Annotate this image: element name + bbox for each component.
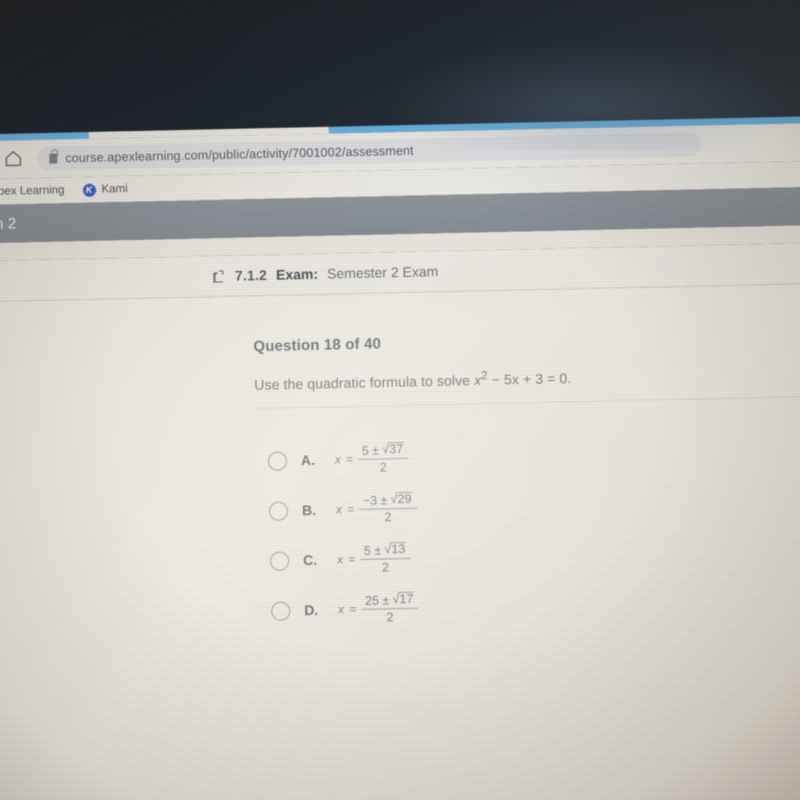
kami-icon: K	[82, 183, 96, 197]
home-icon[interactable]	[3, 148, 23, 168]
exam-type-label: Exam:	[275, 265, 319, 283]
exam-name: Semester 2 Exam	[326, 263, 439, 282]
radio-button-d[interactable]	[271, 600, 291, 621]
choice-equals-b: =	[346, 502, 355, 517]
prompt-text-tail: − 5x + 3 = 0.	[487, 369, 572, 388]
course-title: bra I Sem 2	[0, 214, 17, 234]
url-text: course.apexlearning.com/public/activity/…	[65, 143, 414, 166]
sqrt-b: √ 29	[390, 492, 413, 507]
bookmark-item-apex-learning[interactable]: Apex Learning	[0, 184, 65, 199]
bookmark-label: Apex Learning	[0, 184, 65, 198]
sqrt-c: √ 13	[384, 542, 407, 557]
fraction-numerator-c: 5 ± √ 13	[359, 542, 411, 560]
sqrt-a: √ 37	[382, 442, 405, 457]
fraction-denominator-b: 2	[384, 509, 392, 524]
answer-choice-a[interactable]: A. x = 5 ± √ 37 2	[267, 433, 416, 486]
choice-letter-b: B.	[301, 501, 317, 519]
radicand-d: 17	[398, 592, 415, 607]
choice-expression-a: x = 5 ± √ 37 2	[335, 442, 409, 475]
fraction-d: 25 ± √ 17 2	[360, 592, 419, 624]
choice-variable-d: x	[338, 602, 345, 617]
numerator-lead-c: 5 ±	[363, 542, 382, 558]
screen-photo: ing × Apex Learning - Courses × + course…	[0, 0, 800, 800]
lock-icon	[49, 153, 58, 164]
fraction-numerator-b: −3 ± √ 29	[358, 492, 417, 510]
up-arrow-icon[interactable]	[212, 268, 226, 283]
fraction-denominator-a: 2	[379, 459, 387, 475]
question-heading: Question 18 of 40	[253, 335, 382, 356]
section-divider	[252, 393, 800, 410]
answer-choice-d[interactable]: D. x = 25 ± √ 17 2	[271, 583, 420, 636]
choice-equals-d: =	[349, 602, 357, 617]
question-prompt: Use the quadratic formula to solve x2 − …	[254, 367, 571, 393]
choice-variable-a: x	[334, 452, 342, 467]
radio-button-c[interactable]	[269, 550, 290, 571]
prompt-text-lead: Use the quadratic formula to solve	[254, 372, 475, 393]
radicand-a: 37	[388, 442, 405, 457]
radio-button-b[interactable]	[268, 501, 289, 521]
fraction-a: 5 ± √ 37 2	[357, 442, 409, 475]
assessment-page: Question 18 of 40 Use the quadratic form…	[0, 282, 800, 800]
answer-choice-list: A. x = 5 ± √ 37 2 B. x = −3 ± √ 29 2 C. …	[267, 433, 419, 636]
choice-equals-c: =	[347, 552, 356, 567]
numerator-lead-d: 25 ±	[364, 592, 390, 608]
radicand-c: 13	[390, 542, 407, 557]
fraction-denominator-c: 2	[381, 559, 390, 575]
numerator-lead-a: 5 ±	[361, 443, 380, 458]
choice-expression-b: x = −3 ± √ 29 2	[336, 492, 417, 525]
fraction-numerator-d: 25 ± √ 17	[360, 592, 419, 610]
radicand-b: 29	[396, 492, 413, 507]
monitor-bezel	[0, 0, 800, 135]
choice-letter-c: C.	[302, 551, 318, 569]
fraction-b: −3 ± √ 29 2	[358, 492, 417, 524]
fraction-c: 5 ± √ 13 2	[359, 542, 411, 575]
bookmark-item-kami[interactable]: K Kami	[82, 182, 128, 197]
answer-choice-c[interactable]: C. x = 5 ± √ 13 2	[269, 533, 419, 586]
numerator-lead-b: −3 ±	[362, 492, 388, 508]
choice-equals-a: =	[345, 452, 354, 467]
browser-window: ing × Apex Learning - Courses × + course…	[0, 79, 800, 800]
choice-expression-c: x = 5 ± √ 13 2	[337, 542, 411, 575]
choice-expression-d: x = 25 ± √ 17 2	[338, 592, 419, 625]
choice-letter-d: D.	[304, 601, 319, 619]
fraction-numerator-a: 5 ± √ 37	[357, 442, 409, 460]
bookmark-label: Kami	[101, 182, 128, 196]
sqrt-d: √ 17	[392, 592, 415, 607]
choice-variable-b: x	[335, 502, 343, 517]
exam-number: 7.1.2	[234, 266, 268, 284]
fraction-denominator-d: 2	[386, 609, 394, 624]
choice-letter-a: A.	[300, 451, 316, 469]
answer-choice-b[interactable]: B. x = −3 ± √ 29 2	[268, 483, 417, 536]
choice-variable-c: x	[336, 552, 344, 567]
radio-button-a[interactable]	[267, 451, 288, 471]
